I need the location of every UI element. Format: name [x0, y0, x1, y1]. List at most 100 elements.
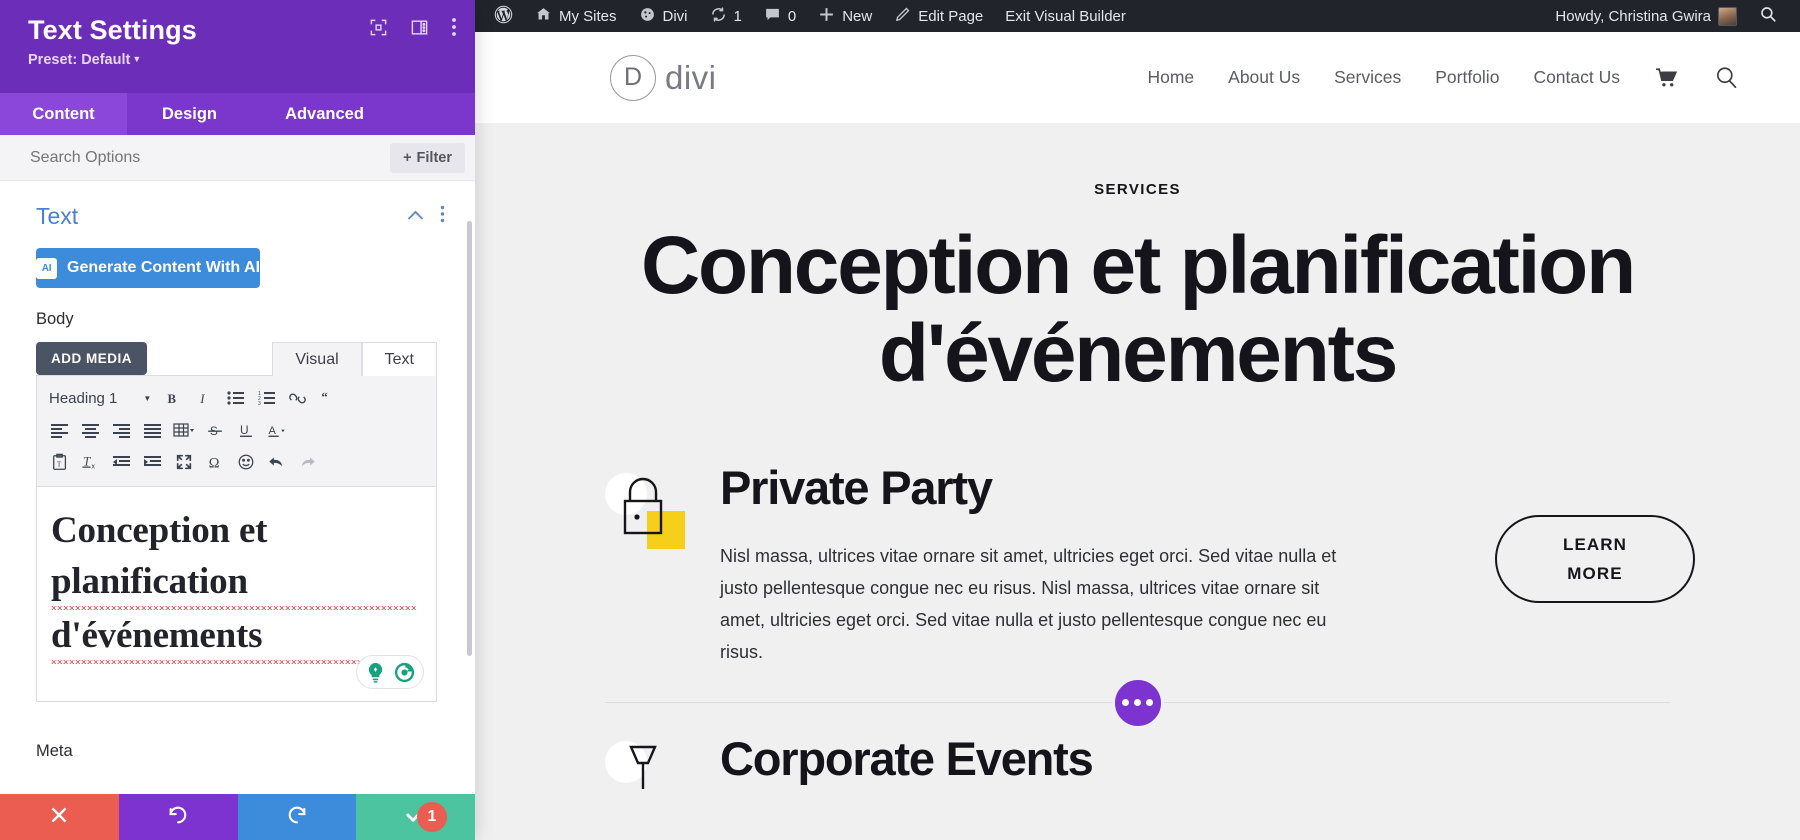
admin-bar-search[interactable]	[1748, 0, 1788, 32]
grammarly-widget[interactable]	[356, 655, 424, 689]
nav-item-services[interactable]: Services	[1334, 67, 1401, 88]
undo-icon[interactable]	[262, 448, 291, 476]
more-vertical-icon[interactable]	[451, 17, 457, 37]
preset-selector[interactable]: Preset: Default ▼	[28, 52, 455, 68]
align-left-icon[interactable]	[45, 416, 74, 444]
body-editor-content[interactable]: Conception et planification d'événements	[36, 486, 437, 702]
align-right-icon[interactable]	[107, 416, 136, 444]
nav-item-portfolio[interactable]: Portfolio	[1435, 67, 1499, 88]
format-select[interactable]: Heading 1 ▼	[45, 390, 157, 407]
divi-logo-text: divi	[665, 58, 717, 96]
italic-icon[interactable]: I	[190, 384, 219, 412]
admin-bar-exit-visual-builder[interactable]: Exit Visual Builder	[994, 0, 1137, 32]
redo-icon[interactable]	[293, 448, 322, 476]
service-row-private-party: Private Party Nisl massa, ultrices vitae…	[475, 463, 1800, 667]
panel-scrollbar[interactable]	[467, 221, 472, 656]
text-color-icon[interactable]: A	[262, 416, 291, 444]
unsaved-changes-badge: 1	[417, 802, 447, 832]
admin-bar-my-sites[interactable]: My Sites	[524, 0, 628, 32]
svg-text:I: I	[200, 391, 206, 405]
toolbar-row-3: T Tx Ω	[45, 446, 428, 478]
service-button-column: LEARN MORE	[1480, 463, 1710, 604]
svg-text:Ω: Ω	[208, 455, 219, 471]
admin-bar-comments[interactable]: 0	[753, 0, 807, 32]
nav-item-about-us[interactable]: About Us	[1228, 67, 1300, 88]
special-character-icon[interactable]: Ω	[200, 448, 229, 476]
section-title: Text	[36, 203, 79, 229]
add-media-button[interactable]: ADD MEDIA	[36, 342, 147, 375]
save-button[interactable]: 1	[356, 794, 475, 840]
svg-text:B: B	[168, 391, 177, 405]
site-logo[interactable]: D divi	[610, 54, 717, 101]
undo-icon	[167, 804, 189, 831]
link-icon[interactable]	[283, 384, 312, 412]
underline-icon[interactable]: U	[231, 416, 260, 444]
fullscreen-icon[interactable]	[169, 448, 198, 476]
admin-bar-edit-page[interactable]: Edit Page	[883, 0, 994, 32]
service-icon-column	[605, 463, 720, 551]
generate-content-with-ai-button[interactable]: AI Generate Content With AI	[36, 248, 261, 288]
fullscreen-icon[interactable]	[369, 18, 388, 37]
wordpress-logo-icon	[493, 4, 514, 29]
ai-button-label: Generate Content With AI	[67, 259, 261, 276]
chevron-up-icon[interactable]	[407, 208, 424, 226]
admin-bar-howdy[interactable]: Howdy, Christina Gwira	[1544, 0, 1748, 32]
grammarly-suggestion-icon[interactable]	[363, 660, 388, 685]
paste-as-text-icon[interactable]: T	[45, 448, 74, 476]
table-icon[interactable]	[169, 416, 198, 444]
learn-more-line1: LEARN	[1562, 534, 1628, 554]
admin-bar-divi[interactable]: Divi	[628, 0, 699, 32]
admin-bar-new[interactable]: New	[807, 0, 883, 32]
close-icon	[49, 805, 69, 830]
tab-text[interactable]: Text	[361, 342, 437, 376]
more-vertical-icon[interactable]	[440, 205, 445, 228]
outdent-icon[interactable]	[107, 448, 136, 476]
cancel-button[interactable]	[0, 794, 119, 840]
search-icon[interactable]	[1713, 64, 1740, 91]
nav-item-home[interactable]: Home	[1147, 67, 1194, 88]
chevron-down-icon: ▼	[143, 393, 152, 403]
tab-content[interactable]: Content	[0, 93, 127, 135]
ellipsis-dot	[1146, 699, 1153, 707]
blockquote-icon[interactable]: “	[314, 384, 343, 412]
plus-icon	[818, 6, 835, 27]
learn-more-button[interactable]: LEARN MORE	[1495, 515, 1695, 604]
admin-bar-updates[interactable]: 1	[699, 0, 753, 32]
hero-section: SERVICES Conception et planification d'é…	[475, 123, 1800, 397]
settings-panel-tabs: Content Design Advanced	[0, 93, 475, 135]
bulleted-list-icon[interactable]	[221, 384, 250, 412]
bold-icon[interactable]: B	[159, 384, 188, 412]
strikethrough-icon[interactable]: S	[200, 416, 229, 444]
layout-columns-icon[interactable]	[410, 18, 429, 37]
admin-bar-label: 1	[733, 7, 742, 25]
site-preview: D divi Home About Us Services Portfolio …	[475, 32, 1800, 840]
lock-glyph	[617, 475, 669, 546]
indent-icon[interactable]	[138, 448, 167, 476]
divi-icon	[639, 6, 656, 27]
clear-formatting-icon[interactable]: Tx	[76, 448, 105, 476]
search-input[interactable]	[30, 148, 383, 167]
tab-visual[interactable]: Visual	[272, 342, 362, 376]
align-center-icon[interactable]	[76, 416, 105, 444]
row-settings-button[interactable]	[1111, 676, 1164, 729]
tab-advanced[interactable]: Advanced	[252, 93, 397, 135]
shopping-cart-icon[interactable]	[1654, 65, 1679, 90]
grammarly-logo-icon[interactable]	[392, 660, 417, 685]
nav-item-contact-us[interactable]: Contact Us	[1533, 67, 1620, 88]
module-settings-panel: Text Settings Preset: Default ▼ Content D…	[0, 0, 475, 840]
wp-admin-bar: My Sites Divi 1 0 New Edit Page Exit Vis…	[475, 0, 1800, 32]
service-text-column: Private Party Nisl massa, ultrices vitae…	[720, 463, 1480, 667]
admin-bar-wordpress-logo[interactable]	[489, 0, 524, 32]
preset-label: Preset: Default	[28, 51, 131, 68]
emoji-icon[interactable]	[231, 448, 260, 476]
tab-design[interactable]: Design	[127, 93, 252, 135]
updates-icon	[710, 6, 727, 27]
ellipsis-dot	[1134, 699, 1141, 707]
numbered-list-icon[interactable]: 123	[252, 384, 281, 412]
undo-button[interactable]	[118, 794, 238, 840]
filter-button[interactable]: + Filter	[390, 142, 465, 173]
redo-button[interactable]	[237, 794, 357, 840]
avatar	[1718, 6, 1737, 26]
ellipsis-dot	[1122, 699, 1129, 707]
align-justify-icon[interactable]	[138, 416, 167, 444]
